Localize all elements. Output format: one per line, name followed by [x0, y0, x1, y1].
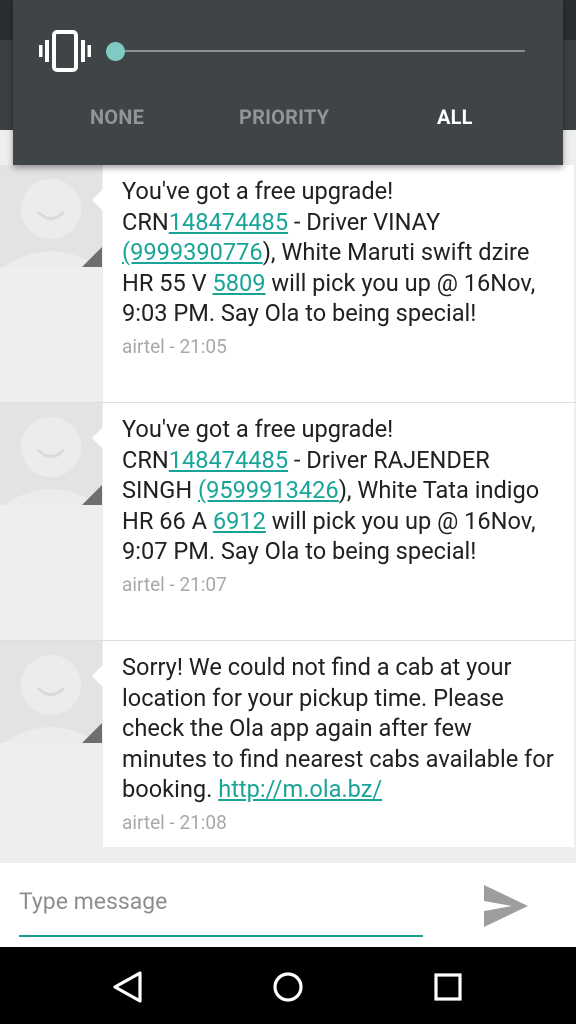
- message-link[interactable]: http://m.ola.bz/: [218, 775, 382, 803]
- message-text: Sorry! We could not find a cab at your l…: [122, 652, 556, 805]
- mode-priority-button[interactable]: PRIORITY: [239, 105, 329, 129]
- contact-placeholder-icon: [4, 417, 102, 505]
- send-icon[interactable]: [480, 881, 532, 931]
- mode-none-button[interactable]: NONE: [90, 105, 144, 129]
- interruption-modes: NONE PRIORITY ALL: [13, 105, 563, 145]
- message-text: You've got a free upgrade! CRN148474485 …: [122, 414, 556, 567]
- conversation-list[interactable]: You've got a free upgrade! CRN148474485 …: [0, 165, 576, 865]
- message-input[interactable]: [19, 881, 423, 921]
- message-composer: [0, 863, 576, 947]
- message-bubble: Sorry! We could not find a cab at your l…: [92, 641, 574, 847]
- input-underline: [19, 935, 423, 937]
- volume-panel: NONE PRIORITY ALL: [13, 0, 563, 165]
- message-meta: airtel - 21:07: [122, 572, 227, 596]
- message-bubble: You've got a free upgrade! CRN148474485 …: [92, 165, 574, 402]
- avatar[interactable]: [0, 641, 102, 743]
- back-icon[interactable]: [106, 965, 150, 1009]
- message-link[interactable]: 148474485: [169, 446, 288, 474]
- message-link[interactable]: 6912: [213, 507, 266, 535]
- contact-placeholder-icon: [4, 655, 102, 743]
- volume-slider-track[interactable]: [117, 50, 525, 52]
- recents-icon[interactable]: [426, 965, 470, 1009]
- message-link[interactable]: (9999390776: [122, 238, 263, 266]
- message-text-segment: - Driver VINAY: [288, 207, 441, 236]
- message-bubble: You've got a free upgrade! CRN148474485 …: [92, 403, 574, 640]
- avatar[interactable]: [0, 165, 102, 267]
- message-link[interactable]: 148474485: [169, 208, 288, 236]
- message-text: You've got a free upgrade! CRN148474485 …: [122, 176, 556, 329]
- volume-slider-thumb[interactable]: [106, 42, 125, 61]
- message-link[interactable]: 5809: [212, 269, 265, 297]
- vibrate-icon[interactable]: [39, 30, 91, 72]
- navigation-bar: [0, 947, 576, 1024]
- message-meta: airtel - 21:08: [122, 810, 227, 834]
- message-item[interactable]: You've got a free upgrade! CRN148474485 …: [0, 403, 576, 640]
- message-meta: airtel - 21:05: [122, 334, 227, 358]
- message-link[interactable]: (9599913426: [198, 476, 339, 504]
- message-item[interactable]: Sorry! We could not find a cab at your l…: [0, 641, 576, 847]
- avatar[interactable]: [0, 403, 102, 505]
- message-item[interactable]: You've got a free upgrade! CRN148474485 …: [0, 165, 576, 402]
- contact-placeholder-icon: [4, 179, 102, 267]
- mode-all-button[interactable]: ALL: [437, 105, 473, 129]
- home-icon[interactable]: [266, 965, 310, 1009]
